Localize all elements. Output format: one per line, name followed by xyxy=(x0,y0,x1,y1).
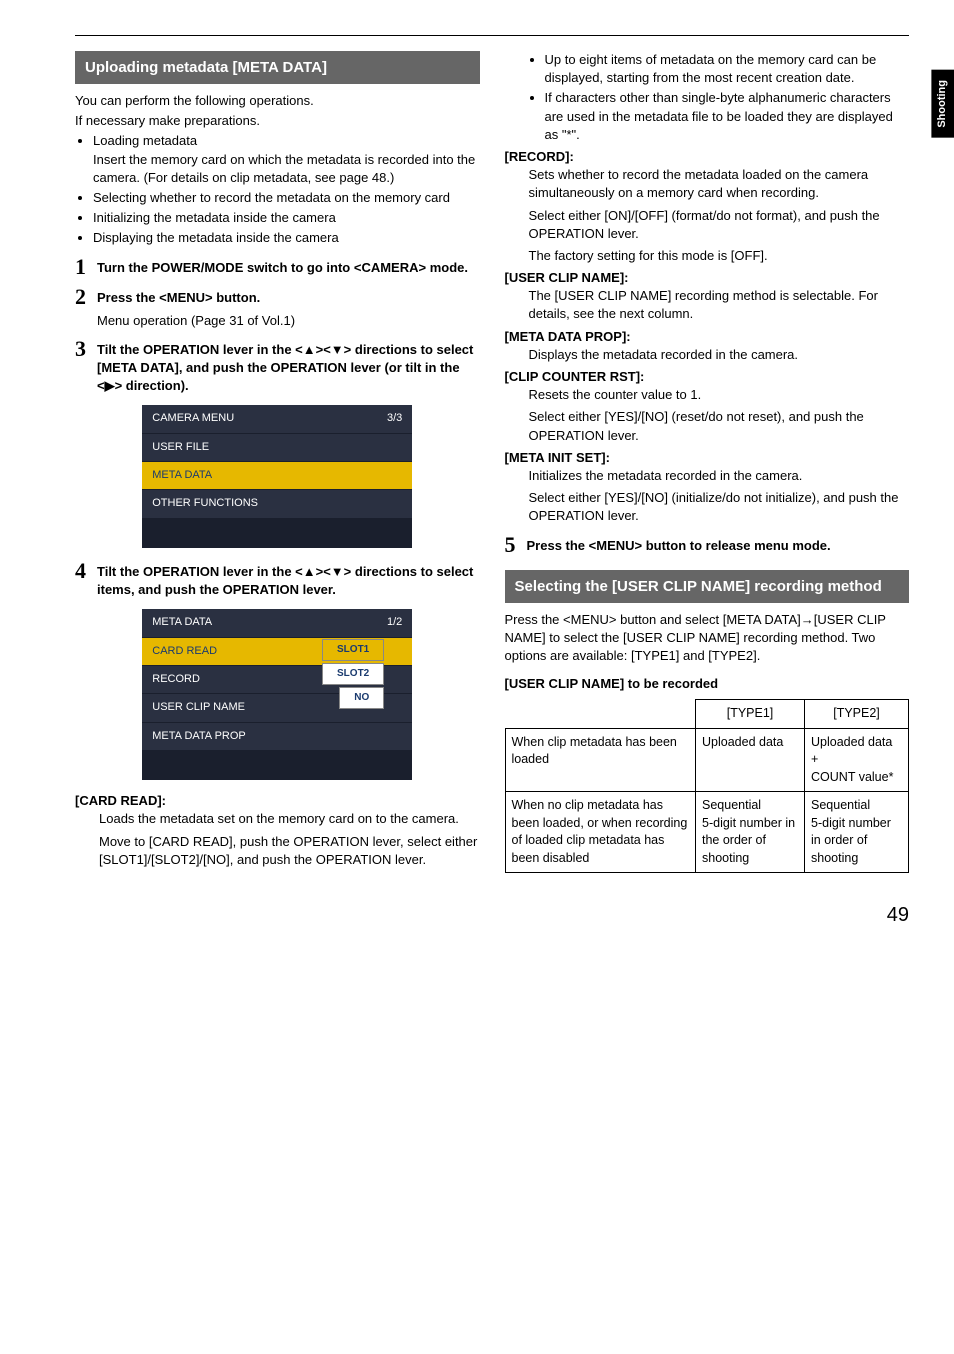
clip-counter-rst-label: [CLIP COUNTER RST]: xyxy=(505,368,910,386)
step-number: 2 xyxy=(75,286,91,308)
th-type2: [TYPE2] xyxy=(805,700,909,729)
meta-data-menu-screenshot: META DATA 1/2 CARD READ RECORD USER CLIP… xyxy=(142,609,412,780)
row1-type1: Uploaded data xyxy=(696,728,805,792)
th-type1: [TYPE1] xyxy=(696,700,805,729)
step-3: 3 Tilt the OPERATION lever in the <▲><▼>… xyxy=(75,338,480,396)
record-body-2: Select either [ON]/[OFF] (format/do not … xyxy=(529,207,910,243)
th-blank xyxy=(505,700,696,729)
menu-title: CAMERA MENU xyxy=(152,411,234,426)
section-header-upload-metadata: Uploading metadata [META DATA] xyxy=(75,51,480,84)
row1-type2: Uploaded data + COUNT value* xyxy=(805,728,909,792)
menu-title: META DATA xyxy=(152,615,212,630)
meta-data-prop-body: Displays the metadata recorded in the ca… xyxy=(529,346,910,364)
record-body-1: Sets whether to record the metadata load… xyxy=(529,166,910,202)
meta-data-prop-label: [META DATA PROP]: xyxy=(505,328,910,346)
step-5-text: Press the <MENU> button to release menu … xyxy=(527,534,910,555)
bullet-body: Insert the memory card on which the meta… xyxy=(93,151,480,187)
row2-label: When no clip metadata has been loaded, o… xyxy=(505,792,696,873)
clip-counter-rst-body-1: Resets the counter value to 1. xyxy=(529,386,910,404)
menu-row: META DATA PROP xyxy=(142,722,412,750)
menu-gap xyxy=(142,518,412,548)
menu-row: USER FILE xyxy=(142,433,412,461)
menu-gap xyxy=(142,750,412,780)
card-read-notes: Up to eight items of metadata on the mem… xyxy=(545,51,910,144)
step-number: 1 xyxy=(75,256,91,278)
row2-type1: Sequential 5-digit number in the order o… xyxy=(696,792,805,873)
record-body-3: The factory setting for this mode is [OF… xyxy=(529,247,910,265)
step-2: 2 Press the <MENU> button. xyxy=(75,286,480,308)
step-1: 1 Turn the POWER/MODE switch to go into … xyxy=(75,256,480,278)
row2-type2: Sequential 5-digit number in order of sh… xyxy=(805,792,909,873)
table-caption: [USER CLIP NAME] to be recorded xyxy=(505,675,910,693)
step-number: 5 xyxy=(505,534,521,556)
clip-counter-rst-body-2: Select either [YES]/[NO] (reset/do not r… xyxy=(529,408,910,444)
menu-page: 1/2 xyxy=(387,615,402,630)
card-read-body-1: Loads the metadata set on the memory car… xyxy=(99,810,480,828)
menu-row-selected: META DATA xyxy=(142,461,412,489)
note-2: If characters other than single-byte alp… xyxy=(545,89,910,144)
popup-slot2: SLOT2 xyxy=(322,663,384,685)
bullet-head: Loading metadata xyxy=(93,133,197,148)
row1-label: When clip metadata has been loaded xyxy=(505,728,696,792)
step-5: 5 Press the <MENU> button to release men… xyxy=(505,534,910,556)
bullet-head: Displaying the metadata inside the camer… xyxy=(93,230,339,245)
user-clip-name-table: [TYPE1] [TYPE2] When clip metadata has b… xyxy=(505,699,910,873)
prep-bullets: Loading metadata Insert the memory card … xyxy=(93,132,480,247)
user-clip-name-label: [USER CLIP NAME]: xyxy=(505,269,910,287)
card-read-label: [CARD READ]: xyxy=(75,792,480,810)
step-number: 4 xyxy=(75,560,91,582)
user-clip-name-body: The [USER CLIP NAME] recording method is… xyxy=(529,287,910,323)
step-3-text: Tilt the OPERATION lever in the <▲><▼> d… xyxy=(97,338,480,396)
section-header-user-clip-name: Selecting the [USER CLIP NAME] recording… xyxy=(505,570,910,603)
bullet-head: Initializing the metadata inside the cam… xyxy=(93,210,336,225)
meta-init-set-label: [META INIT SET]: xyxy=(505,449,910,467)
step-1-text: Turn the POWER/MODE switch to go into <C… xyxy=(97,256,480,277)
record-label: [RECORD]: xyxy=(505,148,910,166)
step-2-body: Menu operation (Page 31 of Vol.1) xyxy=(97,312,480,330)
step-4-text: Tilt the OPERATION lever in the <▲><▼> d… xyxy=(97,560,480,599)
left-column: Uploading metadata [META DATA] You can p… xyxy=(75,51,480,873)
section2-paragraph: Press the <MENU> button and select [META… xyxy=(505,611,910,666)
top-rule xyxy=(75,35,909,36)
menu-row: OTHER FUNCTIONS xyxy=(142,489,412,517)
side-tab-shooting: Shooting xyxy=(931,70,954,138)
step-number: 3 xyxy=(75,338,91,360)
camera-menu-screenshot: CAMERA MENU 3/3 USER FILE META DATA OTHE… xyxy=(142,405,412,548)
page-number: 49 xyxy=(75,901,909,929)
intro-line-2: If necessary make preparations. xyxy=(75,112,480,130)
meta-init-set-body-2: Select either [YES]/[NO] (initialize/do … xyxy=(529,489,910,525)
right-column: Up to eight items of metadata on the mem… xyxy=(505,51,910,873)
bullet-head: Selecting whether to record the metadata… xyxy=(93,190,450,205)
step-2-text: Press the <MENU> button. xyxy=(97,286,480,307)
popup-no: NO xyxy=(339,687,384,709)
meta-init-set-body-1: Initializes the metadata recorded in the… xyxy=(529,467,910,485)
popup-slot1: SLOT1 xyxy=(322,639,384,661)
intro-line-1: You can perform the following operations… xyxy=(75,92,480,110)
card-read-body-2: Move to [CARD READ], push the OPERATION … xyxy=(99,833,480,869)
note-1: Up to eight items of metadata on the mem… xyxy=(545,51,910,87)
step-4: 4 Tilt the OPERATION lever in the <▲><▼>… xyxy=(75,560,480,599)
menu-page: 3/3 xyxy=(387,411,402,426)
